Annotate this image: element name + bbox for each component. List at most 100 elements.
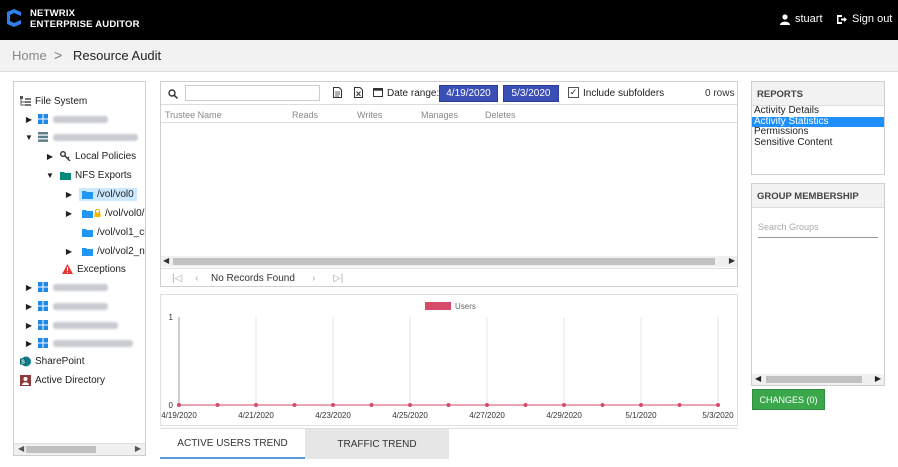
scroll-left-icon[interactable]: ◀ <box>163 256 169 265</box>
tree-label: Active Directory <box>35 374 106 386</box>
brand-line-2: ENTERPRISE AUDITOR <box>30 19 140 30</box>
tree-item-exceptions[interactable]: Exceptions <box>62 261 126 277</box>
changes-button[interactable]: CHANGES (0) <box>752 389 825 410</box>
chart-tabs: ACTIVE USERS TREND TRAFFIC TREND <box>160 428 738 459</box>
data-point[interactable] <box>562 403 566 407</box>
expand-caret-icon[interactable]: ▶ <box>64 209 74 218</box>
prev-page-icon[interactable]: ‹ <box>195 273 198 284</box>
last-page-icon[interactable]: ▷| <box>333 273 343 284</box>
resource-tree[interactable]: File System ▶ ▼ ▶ Local Policies ▼ NFS E… <box>13 81 146 456</box>
tree-label: /vol/vol0/h <box>105 207 146 219</box>
group-search-input[interactable]: Search Groups <box>758 218 878 238</box>
start-date-button[interactable]: 4/19/2020 <box>439 85 498 102</box>
tree-label: /vol/vol2_nfs <box>97 245 145 257</box>
breadcrumb-home[interactable]: Home <box>12 48 47 63</box>
expand-caret-icon[interactable]: ▶ <box>24 339 34 348</box>
row-count: 0 rows <box>705 88 735 99</box>
grid-horizontal-scrollbar[interactable]: ◀ ▶ <box>161 256 737 267</box>
first-page-icon[interactable]: |◁ <box>172 273 182 284</box>
expand-caret-icon[interactable]: ▶ <box>24 283 34 292</box>
report-sensitive-content[interactable]: Sensitive Content <box>752 137 884 149</box>
data-point[interactable] <box>716 403 720 407</box>
next-page-icon[interactable]: › <box>312 273 315 284</box>
sign-out-link[interactable]: Sign out <box>836 13 892 25</box>
search-input[interactable] <box>185 85 320 101</box>
tree-label: /vol/vol1_cifs <box>97 226 146 238</box>
export-excel-icon[interactable] <box>354 87 363 98</box>
data-point[interactable] <box>677 403 682 407</box>
collapse-caret-icon[interactable]: ▼ <box>45 171 55 180</box>
include-subfolders-checkbox[interactable]: ✓ <box>568 87 579 98</box>
tree-item-host-1[interactable]: ▶ <box>24 111 108 127</box>
user-name: stuart <box>795 13 823 25</box>
scroll-right-icon[interactable]: ▶ <box>729 256 735 265</box>
scroll-right-icon[interactable]: ▶ <box>875 374 881 383</box>
data-point[interactable] <box>485 403 489 407</box>
folder-icon <box>82 190 93 199</box>
scroll-left-icon[interactable]: ◀ <box>755 374 761 383</box>
legend-swatch[interactable] <box>425 302 451 310</box>
collapse-caret-icon[interactable]: ▼ <box>24 133 34 142</box>
scrollbar-thumb[interactable] <box>766 376 862 383</box>
tree-item-host-2[interactable]: ▼ <box>24 129 138 145</box>
data-point[interactable] <box>292 403 297 407</box>
data-point[interactable] <box>331 403 335 407</box>
expand-caret-icon[interactable]: ▶ <box>24 115 34 124</box>
audit-grid-panel: Date range: 4/19/2020 5/3/2020 ✓ Include… <box>160 81 738 287</box>
scroll-left-icon[interactable]: ◀ <box>18 444 24 453</box>
column-header-trustee-name[interactable]: Trustee Name <box>165 110 222 120</box>
data-point[interactable] <box>523 403 528 407</box>
scroll-right-icon[interactable]: ▶ <box>135 444 141 453</box>
scrollbar-thumb[interactable] <box>26 446 96 453</box>
expand-caret-icon[interactable]: ▶ <box>64 190 74 199</box>
data-point[interactable] <box>254 403 258 407</box>
user-menu[interactable]: stuart <box>780 13 823 25</box>
tree-item-export-vol2[interactable]: ▶ /vol/vol2_nfs <box>64 243 145 259</box>
tree-horizontal-scrollbar[interactable]: ◀ ▶ <box>14 443 145 455</box>
tab-active-users-trend[interactable]: ACTIVE USERS TREND <box>160 429 305 459</box>
sign-out-label: Sign out <box>852 13 893 25</box>
group-horizontal-scrollbar[interactable]: ◀ ▶ <box>752 374 884 385</box>
report-permissions[interactable]: Permissions <box>752 126 884 138</box>
tab-traffic-trend[interactable]: TRAFFIC TREND <box>305 429 449 459</box>
tree-item-file-system[interactable]: File System <box>20 93 87 109</box>
report-activity-details[interactable]: Activity Details <box>752 105 884 117</box>
selected-node[interactable]: /vol/vol0 <box>79 187 137 201</box>
export-pdf-icon[interactable] <box>333 87 342 98</box>
tree-item-nfs-exports[interactable]: ▼ NFS Exports <box>45 167 132 183</box>
data-point[interactable] <box>177 403 181 407</box>
legend-label[interactable]: Users <box>455 302 476 311</box>
active-users-chart: Users 0 1 4/19/2020 4/21/2020 4/23/2020 4/25/2… <box>161 302 734 420</box>
expand-caret-icon[interactable]: ▶ <box>45 152 55 161</box>
tree-item-host-5[interactable]: ▶ <box>24 317 118 333</box>
end-date-button[interactable]: 5/3/2020 <box>503 85 559 102</box>
tree-item-local-policies[interactable]: ▶ Local Policies <box>45 148 136 164</box>
expand-caret-icon[interactable]: ▶ <box>24 321 34 330</box>
column-header-writes[interactable]: Writes <box>357 110 382 120</box>
tree-item-host-3[interactable]: ▶ <box>24 279 108 295</box>
data-point[interactable] <box>600 403 605 407</box>
tree-label: /vol/vol0 <box>97 188 134 200</box>
tree-item-active-directory[interactable]: Active Directory <box>20 372 105 388</box>
tree-item-host-4[interactable]: ▶ <box>24 298 108 314</box>
y-tick-label: 1 <box>169 313 174 322</box>
data-point[interactable] <box>446 403 451 407</box>
pager-status: No Records Found <box>211 273 295 284</box>
data-point[interactable] <box>215 403 220 407</box>
tree-item-sharepoint[interactable]: S SharePoint <box>20 353 84 369</box>
tree-item-export-vol0[interactable]: ▶ /vol/vol0 <box>64 186 137 202</box>
column-header-deletes[interactable]: Deletes <box>485 110 516 120</box>
x-tick-label: 4/27/2020 <box>469 411 505 420</box>
scrollbar-thumb[interactable] <box>173 258 715 265</box>
column-header-reads[interactable]: Reads <box>292 110 318 120</box>
tree-item-export-vol1[interactable]: /vol/vol1_cifs <box>64 224 146 240</box>
x-tick-label: 5/3/2020 <box>702 411 734 420</box>
data-point[interactable] <box>639 403 643 407</box>
data-point[interactable] <box>369 403 374 407</box>
data-point[interactable] <box>408 403 412 407</box>
expand-caret-icon[interactable]: ▶ <box>24 302 34 311</box>
column-header-manages[interactable]: Manages <box>421 110 458 120</box>
tree-item-host-6[interactable]: ▶ <box>24 335 133 351</box>
tree-item-export-vol0-h[interactable]: ▶ /vol/vol0/h <box>64 205 146 221</box>
expand-caret-icon[interactable]: ▶ <box>64 247 74 256</box>
